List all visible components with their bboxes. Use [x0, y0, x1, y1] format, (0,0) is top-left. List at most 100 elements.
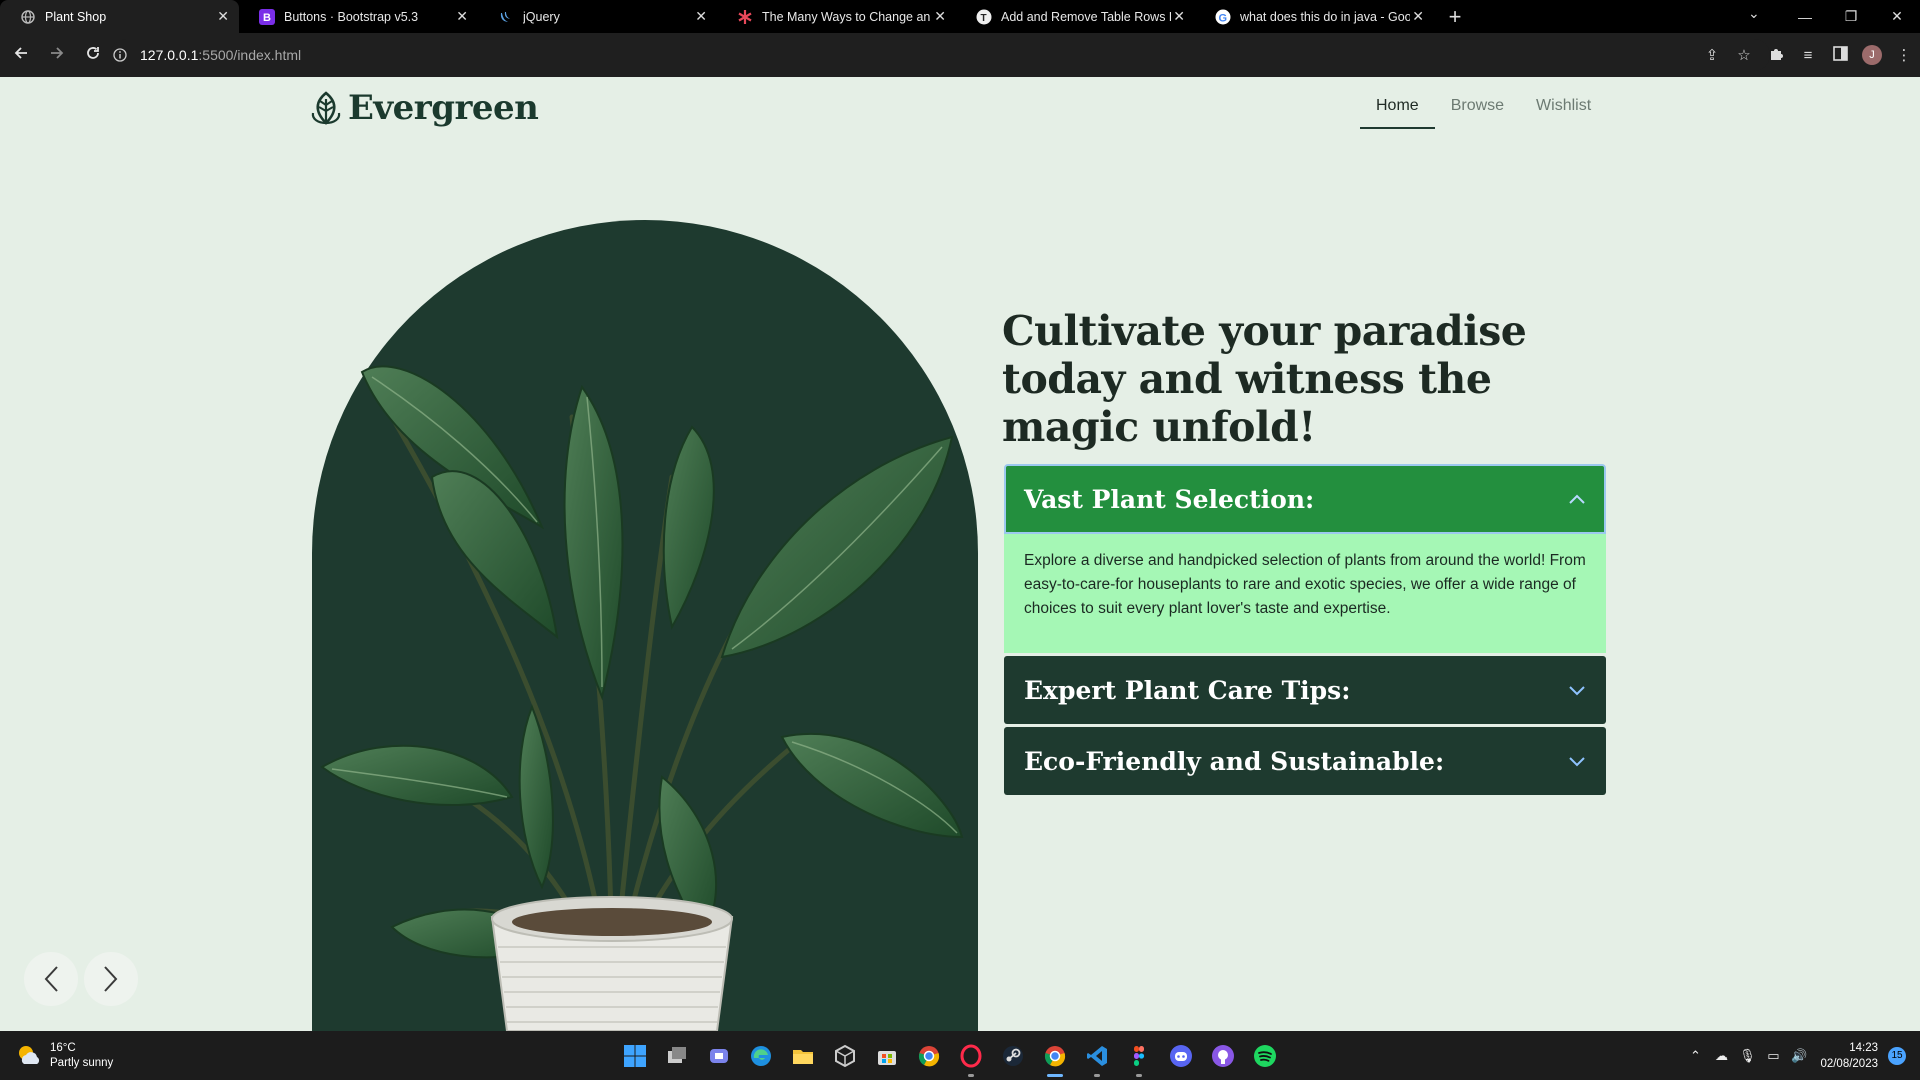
chevron-right-icon: [104, 966, 118, 992]
google-icon: G: [1215, 9, 1231, 25]
media-queue-icon[interactable]: ≡: [1792, 47, 1824, 64]
weather-widget[interactable]: 16°C Partly sunny: [16, 1041, 113, 1071]
tray-overflow-chevron-icon[interactable]: ⌃: [1682, 1048, 1708, 1064]
accordion-header-vast-plant-selection[interactable]: Vast Plant Selection:: [1004, 464, 1606, 534]
notification-badge[interactable]: 15: [1888, 1046, 1906, 1065]
svg-text:G: G: [1219, 12, 1228, 24]
close-icon[interactable]: ✕: [1173, 8, 1185, 25]
tab-css-tricks[interactable]: The Many Ways to Change an SV ✕: [717, 0, 956, 33]
plant-pot: [490, 896, 734, 1031]
site-t-icon: T: [976, 9, 992, 25]
bookmark-star-icon[interactable]: ☆: [1728, 46, 1760, 64]
weather-desc: Partly sunny: [50, 1057, 114, 1069]
network-icon[interactable]: ▭: [1760, 1048, 1786, 1064]
share-icon[interactable]: ⇪: [1696, 46, 1728, 64]
figma-icon[interactable]: [1122, 1039, 1156, 1077]
accordion-item: Expert Plant Care Tips:: [1004, 656, 1606, 724]
file-explorer-icon[interactable]: [786, 1039, 820, 1073]
onedrive-error-icon[interactable]: ☁: [1708, 1048, 1734, 1064]
accordion-header-eco-friendly[interactable]: Eco-Friendly and Sustainable:: [1004, 727, 1606, 795]
microphone-icon[interactable]: 🎙: [1734, 1048, 1760, 1064]
page-content: Evergreen Home Browse Wishlist Cultivate…: [0, 77, 1920, 1031]
chrome-active-icon[interactable]: [1038, 1039, 1072, 1077]
tab-title: The Many Ways to Change an SV: [762, 9, 932, 24]
tab-title: Buttons · Bootstrap v5.3: [284, 9, 419, 24]
extensions-puzzle-icon[interactable]: [1760, 46, 1792, 65]
close-window-icon[interactable]: ✕: [1874, 8, 1920, 25]
features-accordion: Vast Plant Selection: Explore a diverse …: [1004, 464, 1606, 798]
unity-cube-icon[interactable]: [828, 1039, 862, 1073]
reload-icon[interactable]: [78, 44, 108, 67]
partly-sunny-icon: [19, 1046, 40, 1064]
chevron-down-icon: [1569, 686, 1585, 696]
main-nav: Home Browse Wishlist: [1360, 97, 1623, 129]
edge-icon[interactable]: [744, 1039, 778, 1073]
system-tray: ⌃ ☁ 🎙 ▭ 🔊 14:23 02/08/2023 15: [1682, 1031, 1920, 1080]
steam-icon[interactable]: [996, 1039, 1030, 1073]
side-panel-icon[interactable]: [1824, 45, 1856, 65]
site-info-icon[interactable]: [110, 45, 130, 65]
tab-title: Plant Shop: [45, 9, 107, 24]
tab-jquery[interactable]: jQuery ✕: [478, 0, 717, 33]
carousel-next-button[interactable]: [84, 952, 138, 1006]
hero-plant-image: [320, 365, 964, 1031]
address-bar: 127.0.0.1:5500/index.html ⇪ ☆ ≡ J ⋮: [0, 33, 1920, 77]
chevron-up-icon: [1569, 494, 1585, 504]
close-icon[interactable]: ✕: [217, 8, 229, 25]
tab-title: what does this do in java - Goog: [1240, 9, 1410, 24]
close-icon[interactable]: ✕: [934, 8, 946, 25]
tab-table-rows[interactable]: T Add and Remove Table Rows Dy ✕: [956, 0, 1195, 33]
clock-date: 02/08/2023: [1820, 1057, 1878, 1070]
windows-start-icon[interactable]: [618, 1039, 652, 1073]
accordion-title: Expert Plant Care Tips:: [1024, 675, 1351, 705]
profile-avatar[interactable]: J: [1856, 45, 1888, 65]
vscode-icon[interactable]: [1080, 1039, 1114, 1077]
chrome-icon[interactable]: [912, 1039, 946, 1073]
nav-browse[interactable]: Browse: [1451, 97, 1504, 129]
close-icon[interactable]: ✕: [1412, 8, 1424, 25]
task-view-icon[interactable]: [660, 1039, 694, 1073]
bootstrap-icon: B: [259, 8, 275, 25]
brand-name: Evergreen: [348, 88, 539, 128]
discord-icon[interactable]: [1164, 1039, 1198, 1073]
svg-text:B: B: [263, 12, 271, 24]
nav-wishlist[interactable]: Wishlist: [1536, 97, 1591, 129]
brand-logo[interactable]: Evergreen: [310, 88, 539, 128]
nav-home[interactable]: Home: [1360, 97, 1435, 129]
clock-time: 14:23: [1849, 1041, 1878, 1054]
avatar-initial: J: [1869, 49, 1875, 61]
forward-arrow-icon[interactable]: [42, 44, 72, 67]
clock[interactable]: 14:23 02/08/2023: [1820, 1040, 1878, 1072]
url-field[interactable]: 127.0.0.1:5500/index.html: [110, 39, 1770, 71]
tab-title: jQuery: [523, 9, 560, 24]
weather-temp: 16°C: [50, 1042, 76, 1054]
github-desktop-icon[interactable]: [1206, 1039, 1240, 1073]
close-icon[interactable]: ✕: [456, 8, 468, 25]
new-tab-plus-icon[interactable]: +: [1440, 4, 1470, 30]
back-arrow-icon[interactable]: [6, 44, 36, 67]
spotify-icon[interactable]: [1248, 1039, 1282, 1073]
browser-tab-bar: Plant Shop ✕ B Buttons · Bootstrap v5.3 …: [0, 0, 1920, 33]
chevron-left-icon: [44, 966, 58, 992]
accordion-title: Vast Plant Selection:: [1024, 484, 1315, 514]
carousel-prev-button[interactable]: [24, 952, 78, 1006]
hero-headline: Cultivate your paradise today and witnes…: [1002, 307, 1527, 451]
tab-bootstrap[interactable]: B Buttons · Bootstrap v5.3 ✕: [239, 0, 478, 33]
ms-store-icon[interactable]: [870, 1039, 904, 1073]
teams-chat-icon[interactable]: [702, 1039, 736, 1073]
leaf-logo-icon: [311, 91, 341, 125]
menu-kebab-icon[interactable]: ⋮: [1888, 46, 1920, 64]
close-icon[interactable]: ✕: [695, 8, 707, 25]
asterisk-icon: [737, 9, 753, 25]
opera-gx-icon[interactable]: [954, 1039, 988, 1077]
volume-icon[interactable]: 🔊: [1786, 1048, 1812, 1064]
tab-plant-shop[interactable]: Plant Shop ✕: [0, 0, 239, 33]
tab-google-search[interactable]: G what does this do in java - Goog ✕: [1195, 0, 1434, 33]
url-host: 127.0.0.1: [140, 47, 199, 63]
url-path: :5500/index.html: [198, 47, 302, 63]
accordion-header-expert-plant-care[interactable]: Expert Plant Care Tips:: [1004, 656, 1606, 724]
tab-search-chevron-icon[interactable]: ⌄: [1748, 5, 1760, 22]
restore-icon[interactable]: ❐: [1828, 8, 1874, 25]
minimize-icon[interactable]: —: [1782, 9, 1828, 25]
accordion-title: Eco-Friendly and Sustainable:: [1024, 746, 1445, 776]
